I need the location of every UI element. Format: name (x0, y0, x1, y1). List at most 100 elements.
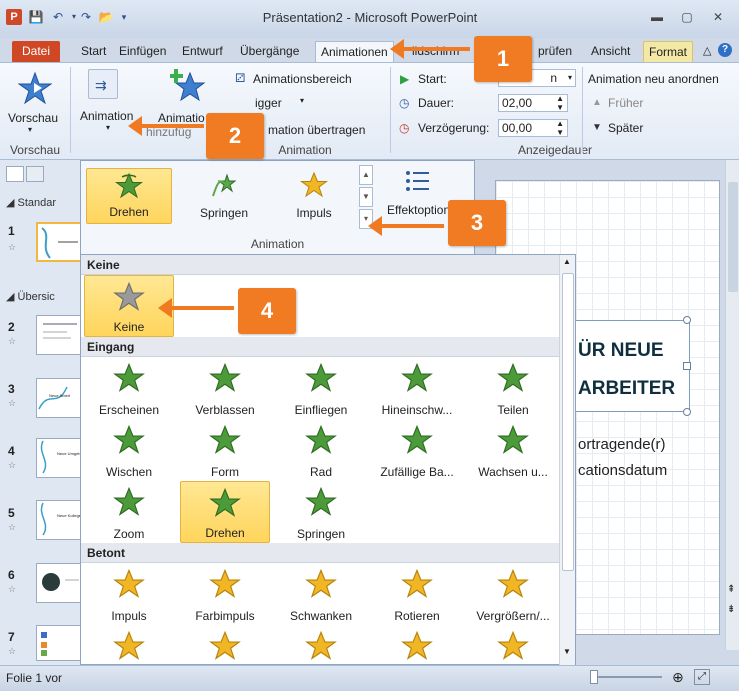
undo-icon[interactable]: ↶ (50, 9, 66, 25)
tab-format[interactable]: Format (643, 41, 694, 62)
effect-springen[interactable]: Springen (276, 481, 366, 543)
tab-entwurf[interactable]: Entwurf (177, 41, 228, 62)
outline-tab-icon[interactable] (26, 166, 44, 182)
tab-ansicht[interactable]: Ansicht (586, 41, 635, 62)
collapse-ribbon-icon[interactable]: △ (703, 44, 711, 57)
effect-wachsen-u[interactable]: Wachsen u... (468, 419, 558, 481)
effect-verblassen[interactable]: Verblassen (180, 357, 270, 419)
dropdown-scrollbar[interactable]: ▲ ▼ (559, 255, 575, 665)
tab-start[interactable]: Start (76, 41, 111, 62)
zoom-slider-thumb[interactable] (590, 670, 598, 684)
resize-handle[interactable] (683, 316, 691, 324)
animation-button[interactable]: Animation (80, 109, 133, 123)
tab-uebergaenge[interactable]: Übergänge (235, 41, 304, 62)
open-folder-icon[interactable]: 📂 (98, 9, 114, 25)
resize-handle[interactable] (683, 362, 691, 370)
resize-handle[interactable] (683, 408, 691, 416)
move-earlier-button[interactable]: Früher (608, 96, 643, 110)
maximize-button[interactable]: ▢ (676, 8, 698, 26)
animation-star-icon: ☆ (8, 242, 17, 252)
close-button[interactable]: ✕ (707, 8, 729, 26)
effect-options-icon[interactable] (403, 169, 433, 195)
gallery-scroll-down[interactable]: ▼ (359, 187, 373, 207)
slide-thumbnail-2[interactable] (36, 315, 85, 355)
duration-input[interactable]: 02,00 ▲ ▼ (498, 94, 568, 112)
tab-bildschirmpraesentation[interactable]: ildschirm (407, 41, 464, 62)
help-icon[interactable]: ? (718, 43, 732, 57)
trigger-dropdown-icon[interactable]: ▾ (300, 96, 304, 105)
slide-number: 4 (8, 444, 15, 458)
next-slide-icon[interactable]: ⇟ (727, 604, 735, 615)
section-header-uebersicht[interactable]: ◢ Übersic (0, 288, 85, 306)
animationsbereich-button[interactable]: Animationsbereich (253, 72, 352, 86)
effect-teilen[interactable]: Teilen (468, 357, 558, 419)
effect-zufällige-ba[interactable]: Zufällige Ba... (372, 419, 462, 481)
preview-star-icon[interactable] (17, 71, 53, 105)
effect-vergrößern[interactable]: Vergrößern/... (468, 563, 558, 625)
slide-thumbnail-1[interactable] (36, 222, 85, 262)
animation-dropdown-icon[interactable]: ▾ (106, 123, 110, 132)
slide-thumbnail-6[interactable] (36, 563, 85, 603)
effect-objektfarbe[interactable]: Objektfarbe (468, 625, 558, 664)
scroll-thumb[interactable] (562, 273, 574, 571)
minimize-button[interactable]: ▬ (646, 8, 668, 26)
gallery-item-springen[interactable]: Springen (181, 168, 267, 224)
trigger-button[interactable]: igger (255, 96, 282, 110)
move-later-icon[interactable]: ▼ (592, 122, 602, 133)
effect-rotieren[interactable]: Rotieren (372, 563, 462, 625)
preview-dropdown-icon[interactable]: ▾ (28, 125, 32, 134)
effect-hineinschw[interactable]: Hineinschw... (372, 357, 462, 419)
powerpoint-app-icon[interactable]: P (6, 9, 22, 25)
delay-input[interactable]: 00,00 ▲ ▼ (498, 119, 568, 137)
zoom-slider[interactable] (592, 676, 662, 678)
animation-effect-icon[interactable]: ⇉ (88, 69, 118, 99)
effect-zoom[interactable]: Zoom (84, 481, 174, 543)
gallery-item-impuls[interactable]: Impuls (271, 168, 357, 224)
effect-erhellen[interactable]: Erhellen (276, 625, 366, 664)
reorder-animation-label: Animation neu anordnen (588, 72, 719, 86)
effect-einfliegen[interactable]: Einfliegen (276, 357, 366, 419)
move-later-button[interactable]: Später (608, 121, 643, 135)
add-animation-icon[interactable] (169, 67, 206, 103)
tab-datei[interactable]: Datei (12, 41, 61, 62)
effect-erscheinen[interactable]: Erscheinen (84, 357, 174, 419)
effect-verdunkeln[interactable]: Verdunkeln (180, 625, 270, 664)
scroll-thumb[interactable] (728, 182, 738, 292)
slide-thumbnail-3[interactable]: Neue Arbeit (36, 378, 85, 418)
slide-thumbnail-5[interactable]: Neue Kollegen (36, 500, 85, 540)
save-icon[interactable]: 💾 (28, 9, 44, 25)
slides-tab-icon[interactable] (6, 166, 24, 182)
fit-to-window-icon[interactable]: ⤢ (694, 669, 710, 685)
gallery-item-drehen[interactable]: Drehen (86, 168, 172, 224)
move-earlier-icon[interactable]: ▲ (592, 97, 602, 108)
effect-farbimpuls[interactable]: Farbimpuls (180, 563, 270, 625)
prev-slide-icon[interactable]: ⇞ (727, 584, 735, 595)
effect-schwanken[interactable]: Schwanken (276, 563, 366, 625)
preview-button[interactable]: Vorschau (8, 111, 58, 125)
animation-pane-icon[interactable]: ⚂ (235, 71, 245, 85)
animation-painter-button[interactable]: mation übertragen (268, 123, 365, 137)
scroll-down-icon[interactable]: ▼ (563, 647, 571, 656)
tab-ueberpruefen[interactable]: prüfen (533, 41, 577, 62)
scroll-up-icon[interactable]: ▲ (563, 257, 571, 266)
effect-form[interactable]: Form (180, 419, 270, 481)
effect-wischen[interactable]: Wischen (84, 419, 174, 481)
customize-qat-icon[interactable]: ▾ (116, 9, 132, 25)
effect-rad[interactable]: Rad (276, 419, 366, 481)
ribbon-tabs: Datei Start Einfügen Entwurf Übergänge A… (0, 38, 739, 62)
tab-animationen[interactable]: Animationen (315, 41, 394, 62)
slide-thumbnail-4[interactable]: Neue Umgebu (36, 438, 85, 478)
effect-drehen[interactable]: Drehen (180, 481, 270, 543)
gallery-scroll-up[interactable]: ▲ (359, 165, 373, 185)
slide-subtitle-line2: cationsdatum (578, 462, 668, 479)
slide-vertical-scrollbar[interactable]: ⇞ ⇟ (725, 160, 739, 650)
section-header-standard[interactable]: ◢ Standar (0, 194, 85, 212)
effect-durchtränken[interactable]: Durchtränken (84, 625, 174, 664)
effect-impuls[interactable]: Impuls (84, 563, 174, 625)
effect-transparent[interactable]: Transparent (372, 625, 462, 664)
redo-icon[interactable]: ↷ (78, 9, 94, 25)
slide-thumbnail-7[interactable] (36, 625, 85, 661)
tab-einfuegen[interactable]: Einfügen (114, 41, 171, 62)
zoom-in-icon[interactable]: ⊕ (672, 669, 684, 686)
add-animation-button[interactable]: Animatio (158, 111, 205, 125)
